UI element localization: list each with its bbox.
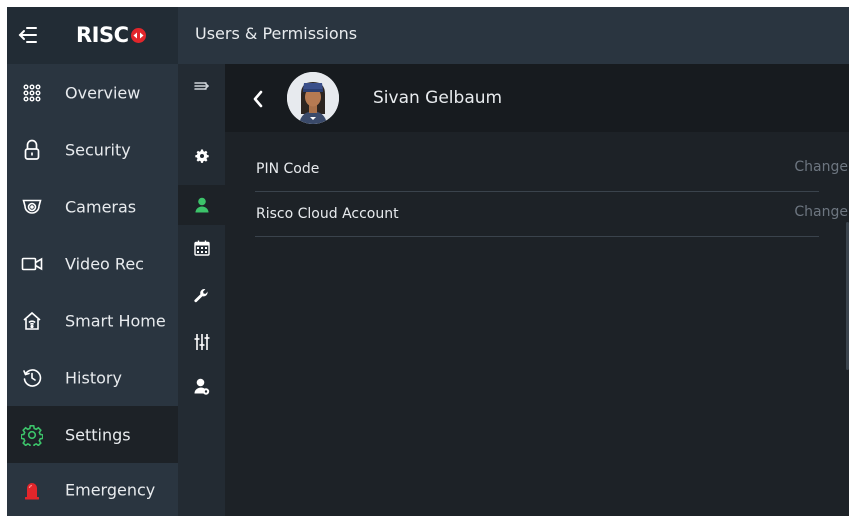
top-header: Users & Permissions <box>178 7 849 64</box>
cloud-account-row[interactable]: Risco Cloud Account Change <box>255 192 848 237</box>
wrench-icon <box>194 288 208 302</box>
gear-icon <box>21 424 43 446</box>
sidebar-item-security[interactable]: Security <box>7 121 178 178</box>
rail-users[interactable] <box>178 185 225 225</box>
setting-label: PIN Code <box>256 161 320 177</box>
change-cloud-account-button[interactable]: Change <box>794 204 848 220</box>
sidebar-item-cameras[interactable]: Cameras <box>7 178 178 235</box>
user-icon <box>195 197 208 213</box>
logo-mark-icon <box>130 27 146 43</box>
expand-panel-button[interactable] <box>178 66 225 106</box>
page-title: Users & Permissions <box>195 24 358 43</box>
expand-arrow-icon <box>193 82 209 90</box>
padlock-icon <box>21 139 43 161</box>
setting-label: Risco Cloud Account <box>256 206 399 222</box>
calendar-icon <box>193 240 210 256</box>
grid-dots-icon <box>21 82 43 104</box>
pin-code-row[interactable]: PIN Code Change <box>255 147 848 192</box>
sidebar-item-label: Emergency <box>65 480 156 499</box>
sidebar-item-video-rec[interactable]: Video Rec <box>7 235 178 292</box>
smart-home-icon <box>21 310 43 332</box>
user-name: Sivan Gelbaum <box>373 88 503 108</box>
sidebar-item-label: Video Rec <box>65 254 144 273</box>
rail-schedule[interactable] <box>178 228 225 268</box>
main-content: Sivan Gelbaum PIN Code Change Risco Clou… <box>225 64 849 516</box>
camera-icon <box>21 196 43 218</box>
app-window: RISC Overview Security Cameras Video Rec… <box>7 7 849 516</box>
rail-configuration[interactable] <box>178 322 225 362</box>
history-clock-icon <box>21 367 43 389</box>
settings-icon-rail <box>178 64 225 516</box>
risco-logo[interactable]: RISC <box>76 22 147 48</box>
siren-icon <box>21 479 43 501</box>
sidebar-item-label: Security <box>65 140 131 159</box>
logo-text: RISC <box>76 23 129 47</box>
sidebar-item-label: History <box>65 368 122 387</box>
sidebar-item-smart-home[interactable]: Smart Home <box>7 292 178 349</box>
sidebar-item-label: Cameras <box>65 197 137 216</box>
sliders-icon <box>194 334 209 350</box>
gear-icon <box>194 149 209 163</box>
rail-maintenance[interactable] <box>178 275 225 315</box>
user-settings-icon <box>194 378 209 395</box>
sidebar-item-label: Settings <box>65 425 131 444</box>
user-header: Sivan Gelbaum <box>225 64 849 132</box>
chevron-left-icon <box>253 90 263 108</box>
avatar <box>287 72 339 124</box>
sidebar-item-overview[interactable]: Overview <box>7 64 178 121</box>
rail-general-settings[interactable] <box>178 136 225 176</box>
sidebar-item-label: Smart Home <box>65 311 166 330</box>
sidebar-header: RISC <box>7 7 178 64</box>
rail-user-settings[interactable] <box>178 367 225 407</box>
video-camera-icon <box>21 253 43 275</box>
sidebar-item-emergency[interactable]: Emergency <box>7 463 178 516</box>
collapse-menu-button[interactable] <box>15 21 41 49</box>
sidebar-item-history[interactable]: History <box>7 349 178 406</box>
change-pin-button[interactable]: Change <box>794 159 848 175</box>
collapse-arrow-icon <box>18 27 37 43</box>
sidebar-item-settings[interactable]: Settings <box>7 406 178 463</box>
back-button[interactable] <box>247 86 269 112</box>
sidebar-item-label: Overview <box>65 83 141 102</box>
user-avatar-icon <box>287 72 339 124</box>
sidebar: RISC Overview Security Cameras Video Rec… <box>7 7 178 516</box>
